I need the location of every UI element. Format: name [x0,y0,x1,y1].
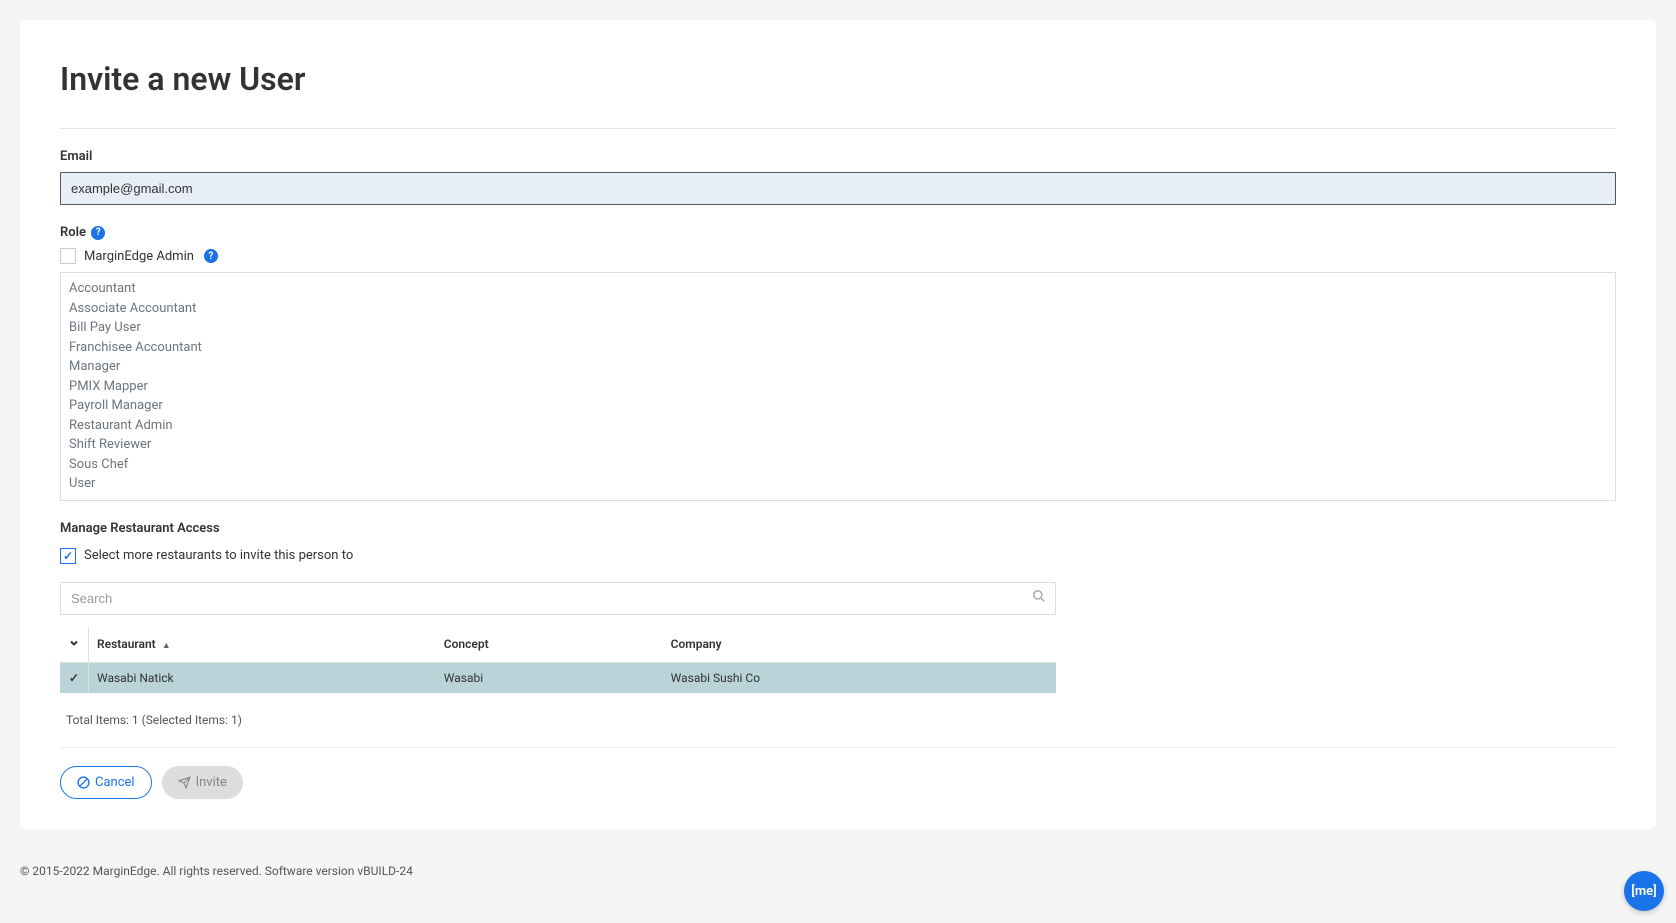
role-option[interactable]: Associate Accountant [69,299,1607,319]
table-summary: Total Items: 1 (Selected Items: 1) [60,713,1616,727]
help-icon[interactable]: ? [91,226,105,240]
cell-concept: Wasabi [436,662,663,693]
role-option[interactable]: Payroll Manager [69,396,1607,416]
footer: © 2015-2022 MarginEdge. All rights reser… [0,849,1676,888]
admin-checkbox[interactable] [60,248,76,264]
search-wrap [60,582,1056,615]
chat-fab[interactable]: [me] [1624,871,1664,911]
row-check[interactable]: ✓ [60,662,89,693]
role-listbox[interactable]: AccountantAssociate AccountantBill Pay U… [60,272,1616,501]
role-option[interactable]: Franchisee Accountant [69,338,1607,358]
email-label: Email [60,149,1616,164]
role-label-text: Role [60,225,86,240]
select-more-checkbox[interactable] [60,548,76,564]
access-group: Manage Restaurant Access Select more res… [60,521,1616,727]
role-option[interactable]: Accountant [69,279,1607,299]
invite-button-label: Invite [196,775,227,790]
sort-asc-icon: ▲ [162,641,171,651]
cell-restaurant: Wasabi Natick [89,662,436,693]
col-concept[interactable]: Concept [436,627,663,663]
col-company[interactable]: Company [663,627,1056,663]
table-row[interactable]: ✓ Wasabi NatickWasabiWasabi Sushi Co [60,662,1056,693]
select-all-header[interactable] [60,627,89,663]
role-option[interactable]: Manager [69,357,1607,377]
role-option[interactable]: Sous Chef [69,455,1607,475]
send-icon [178,776,191,789]
col-restaurant[interactable]: Restaurant ▲ [89,627,436,663]
copyright-text: © 2015-2022 MarginEdge. All rights reser… [20,864,413,878]
button-row: Cancel Invite [60,747,1616,799]
manage-access-label: Manage Restaurant Access [60,521,1616,536]
cancel-icon [77,776,90,789]
role-option[interactable]: User [69,474,1607,494]
fab-label: [me] [1631,884,1656,899]
role-label: Role ? [60,225,1616,240]
cell-company: Wasabi Sushi Co [663,662,1056,693]
cancel-button-label: Cancel [95,775,135,790]
search-input[interactable] [60,582,1056,615]
help-icon[interactable]: ? [204,249,218,263]
main-panel: Invite a new User Email Role ? MarginEdg… [20,20,1656,829]
page-title: Invite a new User [60,60,1616,98]
role-option[interactable]: Bill Pay User [69,318,1607,338]
restaurant-table: Restaurant ▲ Concept Company ✓ Wasabi Nat… [60,627,1056,693]
cancel-button[interactable]: Cancel [60,766,152,799]
admin-checkbox-label: MarginEdge Admin [84,249,194,264]
admin-checkbox-row: MarginEdge Admin ? [60,248,1616,264]
email-group: Email [60,149,1616,205]
role-option[interactable]: PMIX Mapper [69,377,1607,397]
email-input[interactable] [60,172,1616,205]
select-more-label: Select more restaurants to invite this p… [84,548,353,563]
check-icon: ✓ [69,671,79,685]
select-more-row: Select more restaurants to invite this p… [60,548,1616,564]
col-restaurant-label: Restaurant [97,637,156,651]
divider [60,128,1616,129]
restaurant-table-wrap: Restaurant ▲ Concept Company ✓ Wasabi Nat… [60,627,1056,693]
role-option[interactable]: Shift Reviewer [69,435,1607,455]
role-group: Role ? MarginEdge Admin ? AccountantAsso… [60,225,1616,501]
role-option[interactable]: Restaurant Admin [69,416,1607,436]
invite-button[interactable]: Invite [162,766,243,799]
